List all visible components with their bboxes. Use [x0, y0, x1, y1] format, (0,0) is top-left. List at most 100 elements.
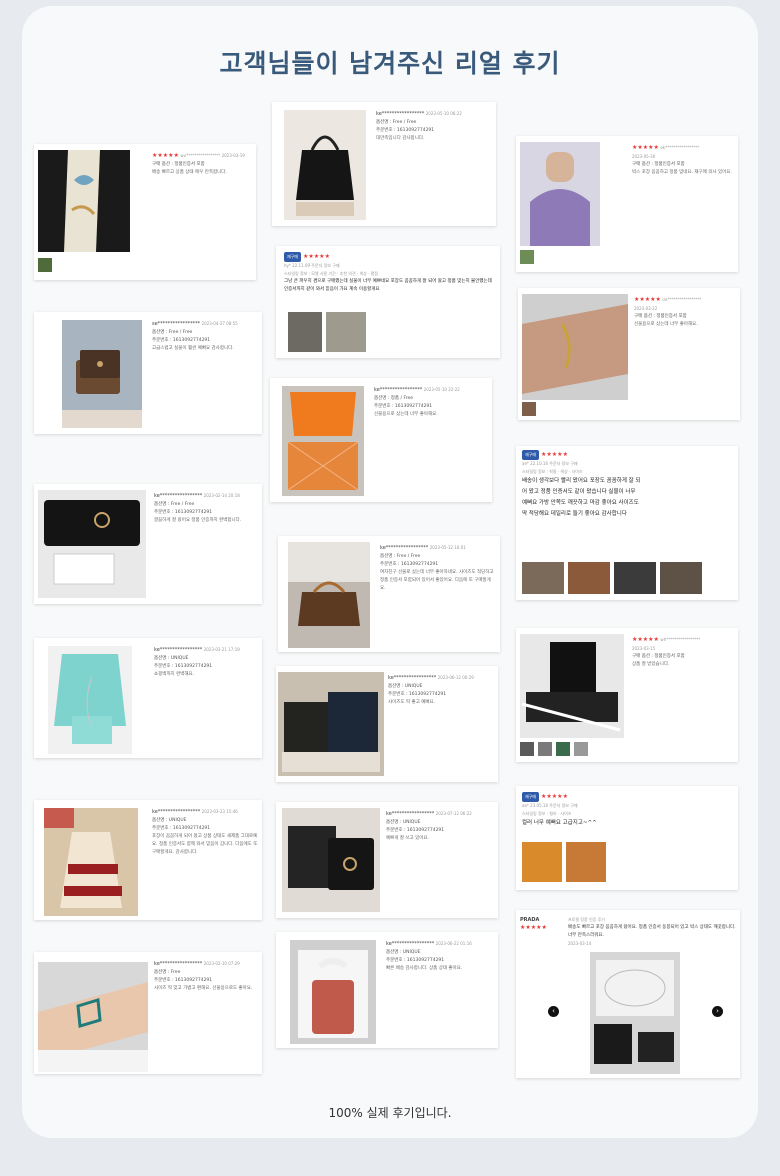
review-date: 2023-06-22 01:16	[435, 941, 472, 946]
thumb[interactable]	[38, 258, 52, 272]
review-option: 구매 옵션 : 정품인증서 포함	[632, 654, 685, 659]
review-card-louisbox[interactable]: 재구매 ★★★★★ ae* 23.05.16 주문자 정보 구매 스타일링 정보 …	[516, 786, 738, 890]
stars: ★★★★★	[541, 793, 568, 800]
thumb[interactable]	[520, 742, 534, 756]
review-card-pouch-text[interactable]: 재구매 ★★★★★ hy* 22.11.09 주문자 정보 구매 스타일링 정보 …	[276, 246, 500, 358]
review-option: 옵션명 : Free / Free	[376, 120, 417, 125]
review-option: 옵션명 : UNIQUE	[154, 656, 189, 661]
review-option: 옵션명 : 정품 / Free	[374, 396, 414, 401]
review-id: ke*****************	[154, 493, 203, 499]
review-info: ke***************** 2023-02-10 07:29 옵션명…	[154, 960, 258, 993]
review-info: ★★★★★ ek***************** 2023-05-30 구매 …	[632, 144, 734, 177]
review-card-celine[interactable]: ke***************** 2023-07-12 06:22 옵션명…	[276, 802, 498, 918]
review-text: 빠른 배송 감사합니다. 상품 상태 좋아요.	[386, 966, 463, 971]
repurchase-badge: 재구매	[522, 450, 540, 460]
review-text: 박스 포장 꼼꼼하고 정품 맞네요. 재구매 의사 있어요.	[632, 170, 732, 175]
review-info: ★★★★★ wh***************** 2023-03-15 구매 …	[632, 636, 734, 669]
review-info: 프로필 정품 인증 후기 배송도 빠르고 포장 꼼꼼하게 왔어요. 정품 인증서…	[568, 916, 736, 948]
prada-photo	[590, 952, 680, 1074]
review-option: 옵션명 : UNIQUE	[152, 818, 187, 823]
review-card-speedy[interactable]: ke***************** 2023-05-12 16:01 옵션명…	[278, 536, 500, 652]
review-meta: ae* 23.05.16 주문자 정보 구매	[522, 803, 578, 808]
review-info: ke***************** 2023-06-12 00:29 옵션명…	[388, 674, 494, 707]
review-date: 2023-05-12 16:01	[429, 545, 466, 550]
thumb[interactable]	[522, 562, 564, 594]
review-text: 사이즈도 딱 좋고 예뻐요.	[388, 700, 436, 705]
review-text: 예쁘게 잘 쓰고 있어요.	[386, 836, 429, 841]
thumb[interactable]	[326, 312, 366, 352]
next-arrow-icon[interactable]: ›	[712, 1006, 723, 1017]
review-text: 선물용으로 샀는데 너무 좋아해요.	[634, 322, 698, 327]
review-card-redpouch[interactable]: ke***************** 2023-06-22 01:16 옵션명…	[276, 932, 498, 1048]
review-date: 2023-03-19	[221, 153, 245, 158]
review-info: ★★★★★ im***************** 2023-03-22 구매 …	[634, 296, 736, 329]
review-date: 2023-03-14	[568, 941, 592, 946]
review-id: se*****************	[152, 321, 201, 327]
review-card-crossbag[interactable]: ke***************** 2023-02-14 20:18 옵션명…	[34, 484, 262, 604]
review-id: ke*****************	[380, 545, 429, 551]
review-meta: ae* 22.10.16 주문자 정보 구매	[522, 461, 578, 466]
review-id: ke*****************	[154, 647, 203, 653]
review-card-bag-text[interactable]: 재구매 ★★★★★ ae* 22.10.16 주문자 정보 구매 스타일링 정보 …	[516, 446, 738, 600]
stars: ★★★★★	[634, 296, 661, 303]
review-date: 2023-07-12 06:22	[435, 811, 472, 816]
review-card-prada[interactable]: PRADA ★★★★★ 프로필 정품 인증 후기 배송도 빠르고 포장 꼼꼼하게…	[516, 910, 740, 1078]
order-number: 주문번호 : 1613092774291	[386, 828, 445, 833]
thumb-row	[520, 250, 534, 264]
thumb[interactable]	[522, 842, 562, 882]
thumb[interactable]	[520, 250, 534, 264]
review-option: 옵션명 : UNIQUE	[386, 950, 421, 955]
review-option: 옵션명 : Free / Free	[154, 502, 195, 507]
thumb[interactable]	[614, 562, 656, 594]
order-number: 주문번호 : 1613092774291	[154, 510, 213, 515]
review-info: ke***************** 2023-03-21 17:19 옵션명…	[154, 646, 258, 679]
totebag-photo	[284, 110, 366, 220]
review-card-chanel[interactable]: ★★★★★ wh***************** 2023-03-15 구매 …	[516, 628, 738, 762]
review-card-bucketbag[interactable]: ke***************** 2023-03-23 15:46 옵션명…	[34, 800, 262, 920]
order-number: 주문번호 : 1613092774291	[388, 692, 447, 697]
review-info: 재구매 ★★★★★ hy* 22.11.09 주문자 정보 구매 스타일링 정보 …	[284, 252, 494, 294]
review-card-orangebox[interactable]: ke***************** 2023-05-10 22:22 옵션명…	[270, 378, 492, 502]
thumb[interactable]	[566, 842, 606, 882]
tiffany-photo	[48, 646, 132, 754]
thumb-row	[38, 258, 52, 272]
review-card-goldbracelet[interactable]: ★★★★★ im***************** 2023-03-22 구매 …	[518, 288, 740, 420]
thumb[interactable]	[288, 312, 322, 352]
review-id: ke*****************	[376, 111, 425, 117]
review-card-necklace[interactable]: ★★★★★ ek***************** 2023-05-30 구매 …	[516, 136, 738, 272]
brand-block: PRADA ★★★★★	[520, 916, 550, 932]
review-card-dior[interactable]: ke***************** 2023-06-12 00:29 옵션명…	[276, 666, 498, 782]
review-date: 2023-02-10 07:29	[203, 961, 240, 966]
wallet-photo	[62, 320, 142, 428]
review-id: ek*****************	[660, 145, 700, 150]
review-option: 구매 옵션 : 정품인증서 포함	[634, 314, 687, 319]
review-text: 포장이 꼼꼼하게 되어 왔고 상품 상태도 새제품 그대로예요. 정품 인증서도…	[152, 834, 258, 855]
review-panel: 고객님들이 남겨주신 리얼 후기 ★★★★★ wu***************…	[22, 6, 758, 1138]
thumb[interactable]	[574, 742, 588, 756]
review-card-totebag[interactable]: ke***************** 2023-05-10 06:22 옵션명…	[272, 102, 496, 226]
review-card-scarf[interactable]: ★★★★★ wu***************** 2023-03-19 구매 …	[34, 144, 256, 280]
review-card-bracelet[interactable]: ke***************** 2023-02-10 07:29 옵션명…	[34, 952, 262, 1074]
review-info: ★★★★★ wu***************** 2023-03-19 구매 …	[152, 152, 252, 177]
thumb[interactable]	[660, 562, 702, 594]
review-option: 옵션명 : Free / Free	[380, 554, 421, 559]
review-option: 옵션명 : UNIQUE	[386, 820, 421, 825]
review-card-wallet[interactable]: se***************** 2023-04-27 08:55 옵션명…	[34, 312, 262, 434]
thumb[interactable]	[522, 402, 536, 416]
stars: ★★★★★	[520, 924, 547, 931]
review-date: 2023-06-12 00:29	[437, 675, 474, 680]
thumb[interactable]	[538, 742, 552, 756]
thumb[interactable]	[568, 562, 610, 594]
chanel-photo	[520, 634, 624, 738]
thumb[interactable]	[556, 742, 570, 756]
footer-note: 100% 실제 후기입니다.	[328, 1106, 452, 1120]
review-text: 배송 빠르고 상품 상태 매우 만족합니다.	[152, 170, 227, 175]
review-info: se***************** 2023-04-27 08:55 옵션명…	[152, 320, 256, 353]
stars: ★★★★★	[152, 152, 179, 159]
stars: ★★★★★	[632, 636, 659, 643]
review-user: 프로필 정품 인증 후기	[568, 917, 605, 922]
review-card-tiffany[interactable]: ke***************** 2023-03-21 17:19 옵션명…	[34, 638, 262, 758]
review-date: 2023-03-22	[634, 306, 658, 311]
prev-arrow-icon[interactable]: ‹	[548, 1006, 559, 1017]
page-title: 고객님들이 남겨주신 리얼 후기	[219, 49, 561, 78]
